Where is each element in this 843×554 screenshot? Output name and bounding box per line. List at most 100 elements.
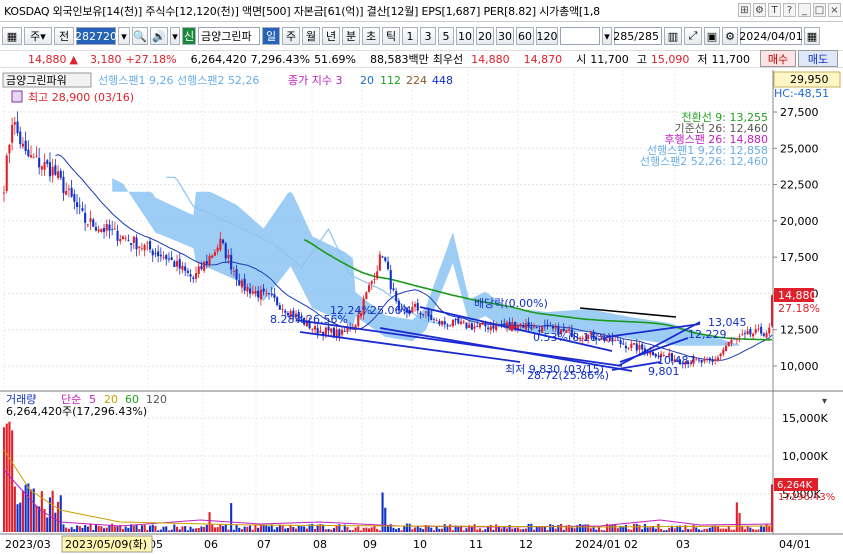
annotation-pct2: 25.06% [370,304,412,317]
search-icon[interactable]: 🔍 [132,27,148,45]
interval-5[interactable]: 5 [438,27,454,45]
config-icon[interactable]: ⚙ [722,27,738,45]
candle-body [262,288,265,292]
tab-minute[interactable]: 분 [342,27,360,45]
candle-body [21,143,24,147]
candle-body [135,237,138,250]
candle-body [535,327,538,328]
turnover-rate: 51.69% [314,52,357,66]
count-field[interactable]: 285/285 [613,27,662,45]
grid-icon[interactable]: ▦ [2,27,22,45]
volume-bar [89,523,92,532]
tool-icon[interactable]: ⤢ [684,27,702,45]
minimize-icon[interactable]: _ [798,3,811,17]
volume-bar [400,530,403,532]
layout-icon[interactable]: ⊞ [738,3,751,17]
candle-body [427,310,430,317]
volume-bar [213,527,216,532]
code-dropdown-icon[interactable]: ▾ [118,27,130,45]
stock-name-field[interactable]: 금양그린파 [198,27,260,45]
volume-value: 6,264,420 [190,52,247,66]
speaker-dropdown-icon[interactable]: ▾ [170,27,180,45]
interval-3[interactable]: 3 [420,27,436,45]
price-tick-label: 22,500 [780,179,819,192]
candle-body [103,228,106,232]
interval-dropdown-icon[interactable]: ▾ [602,27,612,45]
tab-week[interactable]: 주 [282,27,300,45]
volume-bar [414,527,417,532]
change-amount: 3,180 [89,52,122,66]
volume-bar [611,524,614,532]
chart-edit-icon[interactable] [11,90,23,103]
candle-body [465,322,468,329]
tab-day[interactable]: 일 [262,27,280,45]
interval-30[interactable]: 30 [496,27,514,45]
save-icon[interactable]: ▣ [704,27,720,45]
candle-body [449,325,452,327]
speaker-icon[interactable]: 🔊 [150,27,168,45]
candle-body [387,261,390,269]
volume-bar [289,524,292,532]
volume-bar [630,529,633,532]
chart-type-icon[interactable]: ▥ [664,27,682,45]
tab-month[interactable]: 월 [302,27,320,45]
interval-1[interactable]: 1 [402,27,418,45]
period-select[interactable]: 주 ▾ [24,27,52,45]
tab-second[interactable]: 초 [362,27,380,45]
candle-body [443,321,446,324]
tab-tick[interactable]: 틱 [382,27,400,45]
candle-body [752,333,755,337]
sell-button[interactable]: 매도 [798,50,838,67]
interval-input[interactable] [560,27,600,45]
candle-body [706,359,709,360]
volume-bar [608,524,611,532]
volume-bar [189,526,192,532]
volume-bar [416,526,419,532]
date-field[interactable]: 2024/04/01 [739,27,803,45]
tab-year[interactable]: 년 [322,27,340,45]
font-icon[interactable]: T [768,3,781,17]
candle-body [281,309,284,310]
volume-bar [292,527,295,532]
candle-body [446,325,449,327]
volume-bar [646,527,649,532]
volume-scroll-icon[interactable]: ▾ [822,396,827,407]
volume-bar [573,528,576,532]
interval-20[interactable]: 20 [476,27,494,45]
prev-button[interactable]: 전 [54,27,74,45]
volume-bar [387,525,390,532]
candle-body [67,188,70,190]
candle-body [765,333,768,338]
current-price: 14,880 [28,52,67,66]
buy-button[interactable]: 매수 [760,50,796,67]
open-label: 시 [576,53,587,66]
volume-bar [522,529,525,532]
close-icon[interactable]: × [828,3,841,17]
candle-body [278,305,281,310]
open-price: 11,700 [590,52,629,66]
candle-body [227,254,230,259]
volume-bar [716,526,719,532]
candle-body [473,326,476,329]
volume-bar [681,530,684,532]
chart-toolbar: ▦ 주 ▾ 전 282720 ▾ 🔍 🔊 ▾ 신 금양그린파 일 주 월 년 분 … [0,25,843,47]
volume-bar [251,529,254,532]
maximize-icon[interactable]: □ [813,3,826,17]
annotation-pct3: 8.28% [270,313,305,326]
stock-code-input[interactable]: 282720 [75,27,117,45]
help-icon[interactable]: ? [783,3,796,17]
candle-body [146,242,149,244]
volume-bar [570,527,573,532]
interval-120[interactable]: 120 [536,27,558,45]
calendar-icon[interactable]: ▦ [804,27,820,45]
interval-60[interactable]: 60 [516,27,534,45]
volume-bar [725,528,728,532]
close-index-legend: 종가 지수 3 [288,74,342,87]
candle-body [414,304,417,307]
stock-chart[interactable]: 27,50025,00022,50020,00017,50015,00012,5… [0,70,843,554]
candle-body [700,359,703,363]
interval-10[interactable]: 10 [456,27,474,45]
settings-icon[interactable]: ⚙ [753,3,766,17]
candle-body [424,311,427,313]
candle-body [97,229,100,232]
